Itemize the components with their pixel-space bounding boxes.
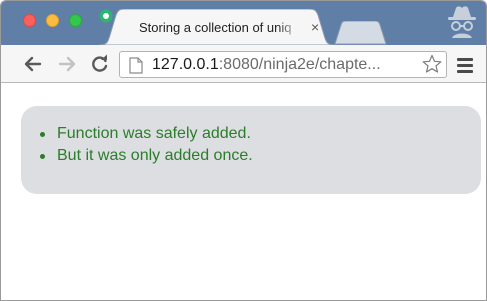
new-tab-button[interactable]	[331, 21, 389, 45]
results-box: Function was safely added. But it was on…	[21, 106, 481, 194]
reload-icon[interactable]	[90, 54, 110, 74]
url-path: :8080/ninja2e/chapte...	[218, 56, 381, 73]
tab-title: Storing a collection of uniq	[139, 20, 292, 35]
tab-title-fade	[277, 19, 301, 37]
forward-arrow-icon[interactable]	[57, 54, 77, 74]
minimize-window-button[interactable]	[46, 14, 59, 27]
address-bar[interactable]: 127.0.0.1:8080/ninja2e/chapte...	[119, 51, 447, 78]
page-content: Function was safely added. But it was on…	[1, 83, 486, 300]
hamburger-menu-icon[interactable]	[457, 58, 473, 73]
new-tab-icon	[334, 21, 387, 45]
url-text: 127.0.0.1:8080/ninja2e/chapte...	[152, 55, 381, 75]
url-host: 127.0.0.1	[152, 56, 219, 73]
list-item: But it was only added once.	[39, 145, 253, 167]
circle-favicon-icon	[99, 9, 113, 23]
back-arrow-icon[interactable]	[23, 54, 43, 74]
star-icon[interactable]	[422, 54, 442, 74]
browser-toolbar: 127.0.0.1:8080/ninja2e/chapte...	[1, 45, 486, 83]
incognito-icon	[448, 6, 476, 38]
zoom-window-button[interactable]	[69, 14, 82, 27]
tab-close-icon[interactable]: ×	[311, 18, 319, 36]
list-item: Function was safely added.	[39, 123, 253, 145]
tab-active[interactable]: Storing a collection of uniq ×	[99, 9, 347, 45]
close-window-button[interactable]	[23, 14, 36, 27]
page-icon	[129, 57, 143, 74]
title-bar: Storing a collection of uniq ×	[1, 1, 486, 45]
results-list: Function was safely added. But it was on…	[39, 123, 253, 167]
browser-window: Storing a collection of uniq × 127.0.0.1…	[0, 0, 487, 301]
